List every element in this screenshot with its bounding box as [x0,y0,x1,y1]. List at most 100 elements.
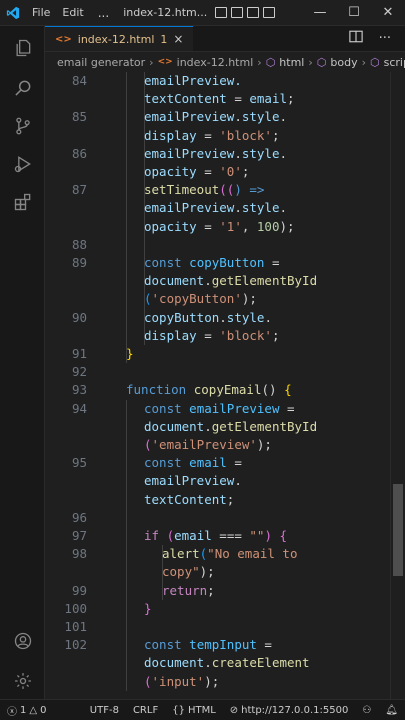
toggle-secondary-sidebar-icon[interactable] [247,7,260,18]
code-token: setTimeout [144,182,220,198]
live-server-status[interactable]: ⊘ http://127.0.0.1:5500 [223,705,356,716]
code-line[interactable]: 96 [45,509,390,527]
line-number: 86 [71,145,87,161]
code-token: ); [279,218,295,234]
code-token: copyEmail [193,382,262,398]
account-icon[interactable] [0,621,45,661]
code-line[interactable]: 99 return; [45,582,390,600]
extensions-icon[interactable] [0,182,45,222]
editor-scrollbar[interactable] [390,72,405,699]
tab-close-icon[interactable]: × [173,32,183,46]
code-line[interactable]: ('copyButton'); [45,290,390,308]
code-line[interactable]: 85 emailPreview.style. [45,108,390,126]
code-line[interactable]: 93 function copyEmail() { [45,381,390,399]
code-token: getElementById [211,418,318,434]
notifications-bell-icon[interactable]: 🔔︎ [378,705,405,716]
code-line[interactable]: 97 if (email === "") { [45,527,390,545]
code-token: document [144,273,205,289]
tab-index-12-html[interactable]: <> index-12.html 1 × [45,26,194,51]
code-line[interactable]: 84 emailPreview. [45,72,390,90]
tab-label: index-12.html [77,32,155,46]
code-token: . [279,109,288,125]
search-icon[interactable] [0,68,45,108]
customize-layout-icon[interactable] [263,7,276,18]
code-token: copyButton [189,255,265,270]
code-token: const [144,455,182,471]
chevron-right-icon: › [257,55,262,69]
minimize-button[interactable]: — [303,5,337,20]
encoding-status[interactable]: UTF-8 [83,705,126,716]
code-line[interactable]: 86 emailPreview.style. [45,145,390,163]
code-line[interactable]: 89 const copyButton = [45,254,390,272]
code-line[interactable]: document.getElementById [45,272,390,290]
vscode-logo-icon[interactable] [0,0,26,26]
breadcrumb-script[interactable]: script [384,56,405,69]
code-token: 100 [256,218,280,234]
menu-edit[interactable]: Edit [56,6,89,19]
code-text: emailPreview.style. [144,108,287,126]
code-token: const [144,637,182,653]
line-number: 102 [64,637,87,653]
code-text: ('copyButton'); [144,290,257,308]
broadcast-icon: ⊘ [229,704,239,716]
toggle-panel-icon[interactable] [231,7,244,18]
breadcrumb-html[interactable]: html [279,56,304,69]
code-line[interactable]: 91} [45,345,390,363]
close-window-button[interactable]: ✕ [371,5,405,20]
code-line[interactable]: textContent = email; [45,90,390,108]
code-token: } [126,346,134,361]
code-token: = [196,164,220,179]
breadcrumb-file[interactable]: index-12.html [177,56,254,69]
run-and-debug-icon[interactable] [0,144,45,184]
code-line[interactable]: 92 [45,363,390,381]
code-line[interactable]: opacity = '0'; [45,163,390,181]
code-token: document [144,655,205,671]
code-line[interactable]: 98 alert("No email to [45,545,390,563]
code-line[interactable]: ('emailPreview'); [45,436,390,454]
copilot-icon[interactable]: ⚇ [355,705,378,716]
language-status[interactable]: {} HTML [165,705,223,716]
code-token: 'emailPreview' [151,437,257,452]
code-line[interactable]: textContent; [45,491,390,509]
code-token: ; [207,582,215,598]
code-line[interactable]: display = 'block'; [45,127,390,145]
code-line[interactable]: 102 const tempInput = [45,636,390,654]
code-text: opacity = '0'; [144,163,249,181]
code-line[interactable]: 94 const emailPreview = [45,400,390,418]
code-text: setTimeout(() => [144,181,264,199]
source-control-icon[interactable] [0,106,45,146]
code-text: emailPreview.style. [144,199,287,217]
toggle-primary-sidebar-icon[interactable] [215,7,228,18]
explorer-icon[interactable] [0,28,45,68]
code-line[interactable]: document.getElementById [45,418,390,436]
code-line[interactable]: display = 'block'; [45,327,390,345]
menu-more-button[interactable]: ... [90,6,117,20]
breadcrumb-folder[interactable]: email generator [57,56,145,69]
manage-gear-icon[interactable] [0,661,45,701]
code-line[interactable]: 100} [45,600,390,618]
split-editor-icon[interactable] [348,30,363,47]
code-line[interactable]: 101 [45,618,390,636]
menu-file[interactable]: File [26,6,56,19]
maximize-button[interactable]: ☐ [337,5,371,20]
code-line[interactable]: 88 [45,236,390,254]
code-line[interactable]: emailPreview.style. [45,199,390,217]
code-line[interactable]: ('input'); [45,673,390,691]
eol-status[interactable]: CRLF [126,705,165,716]
code-line[interactable]: 87 setTimeout(() => [45,181,390,199]
status-bar: ⓧ 1 △ 0 UTF-8 CRLF {} HTML ⊘ http://127.… [0,699,405,720]
code-line[interactable]: document.createElement [45,654,390,672]
code-line[interactable]: copy"); [45,563,390,581]
scrollbar-thumb[interactable] [393,484,403,576]
code-line[interactable]: 90 copyButton.style. [45,309,390,327]
problems-status[interactable]: ⓧ 1 △ 0 [0,703,53,718]
more-actions-icon[interactable]: ··· [379,31,391,46]
code-line[interactable]: opacity = '1', 100); [45,218,390,236]
code-line[interactable]: 95 const email = [45,454,390,472]
code-line[interactable]: emailPreview. [45,472,390,490]
line-number: 91 [71,346,87,361]
code-editor[interactable]: 84 emailPreview. textContent = email; 85 ema… [45,72,390,699]
code-token: email [189,455,227,471]
line-number: 101 [64,619,87,634]
breadcrumb-body[interactable]: body [330,56,357,69]
